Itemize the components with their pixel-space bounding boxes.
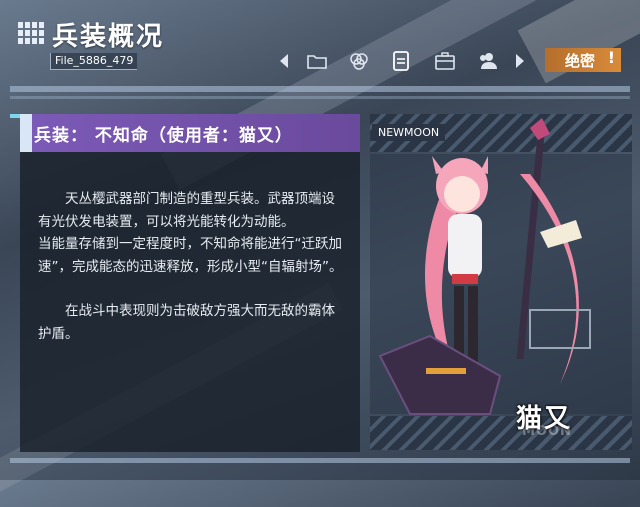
prev-arrow-icon[interactable] bbox=[272, 48, 298, 74]
description-panel: 兵装： 不知命（使用者：猫又） 天丛樱武器部门制造的重型兵装。武器顶端设有光伏发… bbox=[10, 114, 360, 452]
briefcase-icon[interactable] bbox=[432, 48, 458, 74]
warning-icon: ! bbox=[607, 48, 615, 67]
weapon-heading: 兵装： 不知命（使用者：猫又） bbox=[34, 126, 293, 146]
footer-divider bbox=[10, 458, 630, 463]
classification-badge: 绝密 ! bbox=[545, 48, 621, 72]
page-title: 兵装概况 bbox=[52, 22, 165, 52]
toolbar bbox=[272, 48, 532, 74]
description-paragraph: 在战斗中表现则为击破敌方强大而无敌的霸体护盾。 bbox=[38, 303, 335, 342]
heading-strip bbox=[20, 114, 32, 152]
character-name: 猫又 bbox=[516, 404, 573, 434]
hex-ring-icon[interactable] bbox=[346, 48, 372, 74]
character-illustration bbox=[378, 118, 591, 415]
character-art-panel: NEWMOON MOON 猫又 bbox=[370, 114, 632, 452]
header-divider bbox=[10, 96, 630, 99]
header-divider bbox=[10, 86, 630, 92]
document-icon[interactable] bbox=[388, 48, 414, 74]
header: 兵装概况 File_5886_479 绝密 ! bbox=[0, 0, 640, 99]
next-arrow-icon[interactable] bbox=[506, 48, 532, 74]
description-text: 天丛樱武器部门制造的重型兵装。武器顶端设有光伏发电装置，可以将光能转化为动能。 … bbox=[38, 188, 346, 367]
description-paragraph: 当能量存储到一定程度时，不知命将能进行“迁跃加速”，完成能态的迅速释放，形成小型… bbox=[38, 236, 343, 275]
folder-icon[interactable] bbox=[304, 48, 330, 74]
art-footer-stripes bbox=[370, 416, 632, 450]
grid-menu-icon bbox=[18, 22, 44, 44]
description-paragraph: 天丛樱武器部门制造的重型兵装。武器顶端设有光伏发电装置，可以将光能转化为动能。 bbox=[38, 191, 335, 230]
classification-label: 绝密 bbox=[565, 51, 596, 70]
users-icon[interactable] bbox=[474, 48, 500, 74]
file-id: File_5886_479 bbox=[50, 53, 138, 70]
panel-heading: 兵装： 不知命（使用者：猫又） bbox=[20, 114, 360, 152]
